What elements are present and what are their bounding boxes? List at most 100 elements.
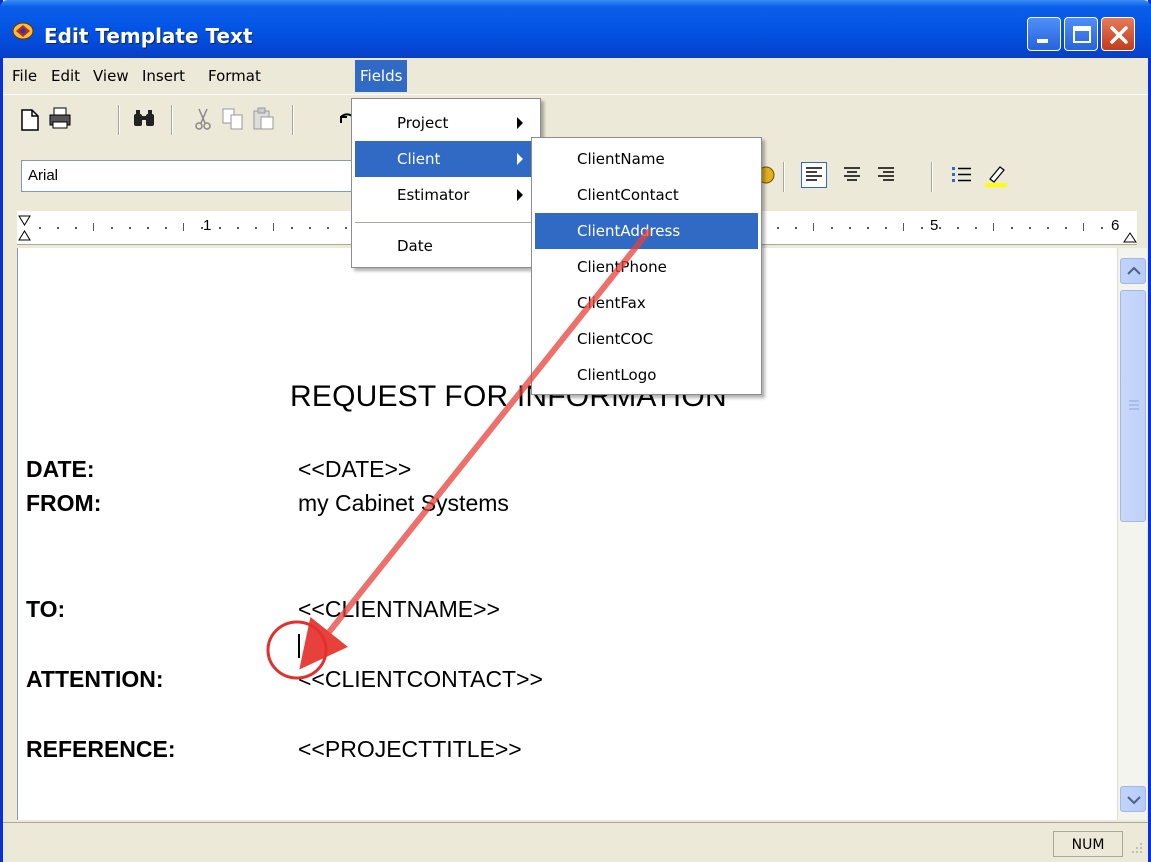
cut-icon[interactable] bbox=[190, 106, 216, 132]
ruler-tick bbox=[345, 227, 347, 229]
project-title-field: <<PROJECTTITLE>> bbox=[298, 736, 522, 762]
fields-menu: Project Client Estimator Date bbox=[351, 98, 541, 268]
title-bar[interactable]: Edit Template Text bbox=[0, 0, 1151, 58]
close-icon bbox=[1110, 26, 1128, 44]
edit-template-window: Edit Template Text File Edit View Insert… bbox=[0, 0, 1151, 862]
scroll-thumb[interactable] bbox=[1120, 290, 1146, 522]
ruler-tick bbox=[273, 223, 274, 231]
client-contact-field: <<CLIENTCONTACT>> bbox=[298, 666, 543, 692]
vertical-scrollbar[interactable] bbox=[1117, 248, 1147, 820]
ruler-tick bbox=[993, 223, 994, 231]
window-title: Edit Template Text bbox=[44, 24, 253, 48]
ruler-tick bbox=[885, 227, 887, 229]
ruler-tick bbox=[291, 227, 293, 229]
menu-separator bbox=[355, 222, 537, 223]
font-name-combo[interactable]: Arial bbox=[21, 160, 361, 192]
client-name-field: <<CLIENTNAME>> bbox=[298, 596, 500, 622]
ruler-tick bbox=[921, 227, 923, 229]
ruler-tick bbox=[75, 227, 77, 229]
text-cursor bbox=[298, 634, 300, 658]
date-label: DATE: bbox=[26, 456, 95, 482]
minimize-icon bbox=[1037, 39, 1048, 43]
ruler-tick bbox=[1083, 223, 1084, 231]
menu-item-date[interactable]: Date bbox=[355, 228, 537, 264]
toolbar-separator bbox=[931, 162, 933, 192]
ruler-tick bbox=[939, 227, 941, 229]
maximize-button[interactable] bbox=[1064, 17, 1098, 51]
align-left-icon[interactable] bbox=[801, 162, 827, 188]
ruler-tick bbox=[903, 223, 904, 231]
print-icon[interactable] bbox=[47, 105, 73, 131]
toolbar-separator bbox=[292, 105, 294, 135]
ruler-tick bbox=[309, 227, 311, 229]
indent-marker-icon[interactable] bbox=[17, 214, 33, 242]
chevron-up-icon bbox=[1127, 266, 1141, 275]
menu-fields[interactable]: Fields bbox=[355, 60, 408, 92]
ruler-tick bbox=[327, 227, 329, 229]
status-bar: NUM bbox=[3, 822, 1148, 862]
ruler-tick bbox=[1029, 227, 1031, 229]
menu-item-client-phone[interactable]: ClientPhone bbox=[535, 249, 758, 285]
copy-icon[interactable] bbox=[220, 106, 246, 132]
ruler-tick bbox=[39, 227, 41, 229]
menu-item-client-coc[interactable]: ClientCOC bbox=[535, 321, 758, 357]
menu-item-project[interactable]: Project bbox=[355, 105, 537, 141]
ruler-tick bbox=[777, 227, 779, 229]
menu-item-client-logo[interactable]: ClientLogo bbox=[535, 357, 758, 393]
minimize-button[interactable] bbox=[1027, 17, 1061, 51]
new-document-icon[interactable] bbox=[17, 107, 43, 133]
menu-item-client-name[interactable]: ClientName bbox=[535, 141, 758, 177]
ruler-tick bbox=[831, 227, 833, 229]
right-indent-marker-icon[interactable] bbox=[1123, 229, 1137, 243]
find-icon[interactable] bbox=[131, 106, 157, 132]
chevron-down-icon bbox=[1127, 796, 1141, 805]
num-lock-indicator: NUM bbox=[1053, 831, 1123, 857]
menu-item-estimator[interactable]: Estimator bbox=[355, 177, 537, 213]
grip-icon bbox=[1129, 400, 1139, 410]
scroll-up-button[interactable] bbox=[1120, 258, 1146, 284]
menu-file[interactable]: File bbox=[7, 64, 42, 88]
ruler-tick bbox=[795, 227, 797, 229]
submenu-arrow-icon bbox=[517, 153, 523, 165]
resize-grip-icon[interactable] bbox=[1127, 841, 1145, 859]
menu-edit[interactable]: Edit bbox=[46, 64, 85, 88]
ruler-label: 5 bbox=[930, 217, 939, 234]
menu-item-client[interactable]: Client bbox=[355, 141, 537, 177]
highlight-icon[interactable] bbox=[983, 162, 1009, 188]
close-button[interactable] bbox=[1101, 17, 1135, 51]
to-label: TO: bbox=[26, 596, 66, 622]
ruler-tick bbox=[1101, 227, 1103, 229]
menu-format[interactable]: Format bbox=[203, 64, 266, 88]
menu-item-client-contact[interactable]: ClientContact bbox=[535, 177, 758, 213]
ruler-tick bbox=[183, 223, 184, 231]
align-right-icon[interactable] bbox=[873, 162, 899, 188]
bullets-icon[interactable] bbox=[949, 162, 975, 188]
client-submenu: ClientName ClientContact ClientAddress C… bbox=[531, 137, 762, 395]
menu-insert[interactable]: Insert bbox=[137, 64, 190, 88]
ruler-tick bbox=[1065, 227, 1067, 229]
menu-item-client-address[interactable]: ClientAddress bbox=[535, 213, 758, 249]
toolbar-separator bbox=[171, 105, 173, 135]
scroll-down-button[interactable] bbox=[1120, 786, 1146, 812]
ruler-tick bbox=[93, 223, 94, 231]
ruler-tick bbox=[57, 227, 59, 229]
paste-icon[interactable] bbox=[251, 106, 277, 132]
toolbar-separator bbox=[783, 162, 785, 192]
submenu-arrow-icon bbox=[517, 117, 523, 129]
from-value: my Cabinet Systems bbox=[298, 490, 509, 516]
menu-item-label: Estimator bbox=[397, 186, 470, 204]
from-label: FROM: bbox=[26, 490, 102, 516]
ruler-tick bbox=[849, 227, 851, 229]
menu-item-label: Project bbox=[397, 114, 449, 132]
menu-view[interactable]: View bbox=[88, 64, 134, 88]
align-center-icon[interactable] bbox=[839, 162, 865, 188]
menu-item-client-fax[interactable]: ClientFax bbox=[535, 285, 758, 321]
submenu-arrow-icon bbox=[517, 189, 523, 201]
ruler-tick bbox=[165, 227, 167, 229]
ruler-tick bbox=[129, 227, 131, 229]
date-field: <<DATE>> bbox=[298, 456, 412, 482]
reference-label: REFERENCE: bbox=[26, 736, 176, 762]
ruler-label: 1 bbox=[203, 217, 212, 234]
ruler-label: 6 bbox=[1111, 217, 1120, 234]
ruler-tick bbox=[147, 227, 149, 229]
